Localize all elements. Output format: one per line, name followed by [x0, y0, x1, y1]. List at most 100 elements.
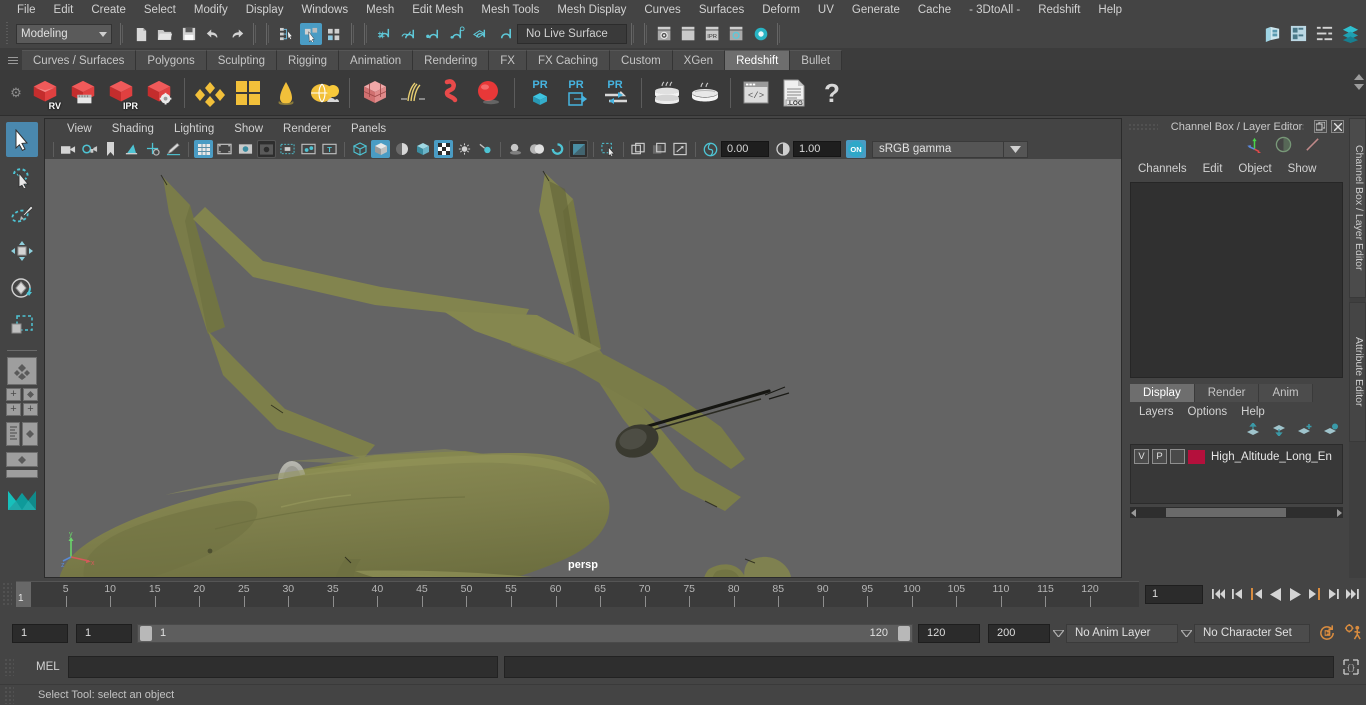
viewport-menu-lighting[interactable]: Lighting	[164, 119, 224, 139]
shelf-tab-custom[interactable]: Custom	[610, 50, 673, 70]
redshift-sphere-icon[interactable]	[470, 73, 508, 113]
color-management-toggle[interactable]: ON	[846, 140, 866, 158]
animation-start-field[interactable]: 1	[12, 623, 68, 643]
redshift-light-cone-icon[interactable]	[267, 73, 305, 113]
step-back-key-icon[interactable]	[1248, 584, 1265, 604]
wireframe-icon[interactable]	[350, 140, 369, 158]
undo-icon[interactable]	[202, 23, 224, 45]
menu-mesh-tools[interactable]: Mesh Tools	[472, 0, 548, 20]
use-all-lights-icon[interactable]	[476, 140, 495, 158]
redshift-render-view-icon[interactable]: RV	[26, 73, 64, 113]
play-backwards-icon[interactable]	[1267, 584, 1284, 604]
layer-visibility-toggle[interactable]: V	[1134, 449, 1149, 464]
outliner-persp-layout[interactable]	[6, 422, 38, 446]
field-chart-icon[interactable]	[278, 140, 297, 158]
layer-color-swatch[interactable]	[1188, 449, 1205, 464]
channel-menu-channels[interactable]: Channels	[1130, 163, 1195, 175]
layer-name[interactable]: High_Altitude_Long_En	[1211, 451, 1332, 463]
layer-state-toggle[interactable]	[1170, 449, 1185, 464]
render-settings-icon[interactable]	[726, 23, 748, 45]
redo-render-icon[interactable]	[678, 23, 700, 45]
scale-tool[interactable]	[6, 307, 38, 342]
menu-edit[interactable]: Edit	[45, 0, 83, 20]
menu-mesh[interactable]: Mesh	[357, 0, 403, 20]
screen-space-ao-icon[interactable]	[527, 140, 546, 158]
exposure-field[interactable]: 0.00	[721, 141, 769, 157]
layer-menu-help[interactable]: Help	[1234, 406, 1272, 418]
tab-display[interactable]: Display	[1130, 384, 1195, 402]
live-surface-field[interactable]: No Live Surface	[517, 24, 627, 44]
ipr-render-icon[interactable]: IPR	[702, 23, 724, 45]
select-object-icon[interactable]	[300, 23, 322, 45]
redshift-help-icon[interactable]: ?	[813, 73, 851, 113]
tab-anim[interactable]: Anim	[1259, 384, 1313, 402]
layout-cell[interactable]: +	[6, 403, 21, 416]
channel-box-icon[interactable]	[1339, 22, 1361, 44]
redshift-bake-set-icon[interactable]	[648, 73, 686, 113]
make-live-icon[interactable]	[494, 23, 516, 45]
play-forwards-icon[interactable]	[1286, 584, 1303, 604]
menu-curves[interactable]: Curves	[635, 0, 689, 20]
viewport-menu-panels[interactable]: Panels	[341, 119, 396, 139]
step-forward-frame-icon[interactable]	[1324, 584, 1341, 604]
layer-horizontal-scrollbar[interactable]	[1130, 507, 1343, 518]
color-profile-chevron-down-icon[interactable]	[1004, 140, 1028, 158]
color-profile-dropdown[interactable]: sRGB gamma	[872, 140, 1004, 158]
redshift-proxy-icon[interactable]	[356, 73, 394, 113]
go-to-end-icon[interactable]	[1343, 584, 1360, 604]
render-current-frame-icon[interactable]	[654, 23, 676, 45]
shadows-icon[interactable]	[506, 140, 525, 158]
anim-layer-chevron-down-icon[interactable]	[1050, 624, 1066, 643]
vtab-attribute-editor[interactable]: Attribute Editor	[1349, 302, 1366, 442]
menu-generate[interactable]: Generate	[843, 0, 909, 20]
redshift-material-blender-icon[interactable]	[229, 73, 267, 113]
move-layer-down-icon[interactable]	[1271, 423, 1287, 441]
range-slider-left-handle[interactable]	[140, 625, 152, 641]
render-view-icon[interactable]	[750, 23, 772, 45]
menu-redshift[interactable]: Redshift	[1029, 0, 1089, 20]
shelf-menu-icon[interactable]	[4, 50, 22, 70]
flat-shade-icon[interactable]	[413, 140, 432, 158]
snap-curve-icon[interactable]	[398, 23, 420, 45]
layout-cell[interactable]	[6, 422, 20, 446]
select-camera-icon[interactable]	[59, 140, 78, 158]
snap-projected-center-icon[interactable]	[446, 23, 468, 45]
attribute-editor-icon[interactable]	[1287, 22, 1309, 44]
menu-edit-mesh[interactable]: Edit Mesh	[403, 0, 472, 20]
smooth-shade-selected-icon[interactable]	[392, 140, 411, 158]
shelf-tab-rigging[interactable]: Rigging	[277, 50, 340, 70]
lasso-select-tool[interactable]	[6, 159, 38, 194]
safe-title-icon[interactable]: T	[320, 140, 339, 158]
layer-menu-layers[interactable]: Layers	[1132, 406, 1181, 418]
menu-surfaces[interactable]: Surfaces	[690, 0, 753, 20]
redshift-material-icon[interactable]	[191, 73, 229, 113]
close-icon[interactable]	[1331, 120, 1344, 133]
range-start-field[interactable]: 1	[76, 623, 132, 643]
new-layer-from-selected-icon[interactable]	[1323, 423, 1339, 441]
layout-preset-strip[interactable]	[6, 470, 38, 478]
menu-3dtoall[interactable]: - 3DtoAll -	[960, 0, 1029, 20]
go-to-start-icon[interactable]	[1210, 584, 1227, 604]
image-plane-icon[interactable]	[122, 140, 141, 158]
time-slider-track[interactable]: 1 5 10 15 20 25 30 35 40 45 50 55 60 65 70 75 80 85 90 95 1…	[16, 581, 1139, 607]
range-slider[interactable]: 1 120	[137, 623, 913, 643]
viewport-menu-renderer[interactable]: Renderer	[273, 119, 341, 139]
scroll-right-icon[interactable]	[1337, 508, 1342, 517]
xray-active-icon[interactable]	[671, 140, 690, 158]
shelf-options-gear-icon[interactable]: ⚙	[6, 73, 26, 113]
character-set-dropdown[interactable]: No Character Set	[1194, 623, 1310, 643]
layer-list[interactable]: V P High_Altitude_Long_En	[1130, 444, 1343, 504]
time-slider-grip[interactable]	[2, 582, 12, 606]
shelf-tab-polygons[interactable]: Polygons	[136, 50, 207, 70]
viewport-menu-show[interactable]: Show	[224, 119, 273, 139]
step-back-frame-icon[interactable]	[1229, 584, 1246, 604]
menu-uv[interactable]: UV	[809, 0, 843, 20]
xray-joints-icon[interactable]	[650, 140, 669, 158]
shaded-wireframe-icon[interactable]	[434, 140, 453, 158]
undock-icon[interactable]	[1314, 120, 1327, 133]
shelf-scroll-arrows[interactable]	[1354, 74, 1364, 90]
menu-deform[interactable]: Deform	[753, 0, 809, 20]
help-line-grip[interactable]	[4, 686, 14, 704]
layer-menu-options[interactable]: Options	[1181, 406, 1235, 418]
shelf-tab-fx[interactable]: FX	[489, 50, 527, 70]
